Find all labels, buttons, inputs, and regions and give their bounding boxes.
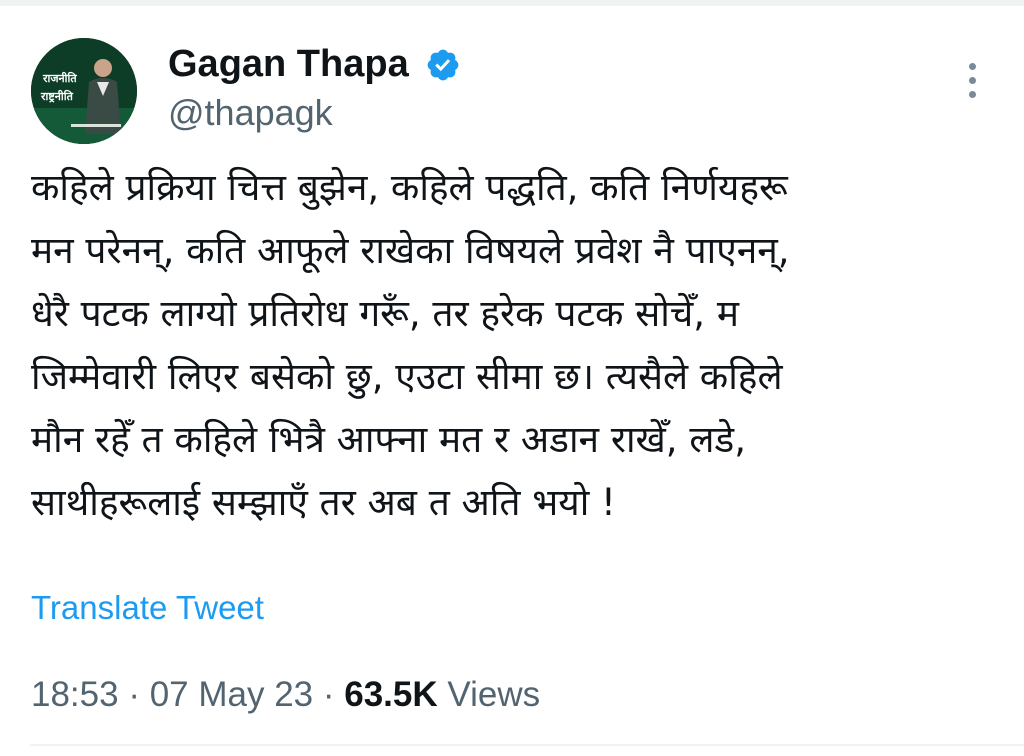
verified-badge-icon	[425, 47, 461, 83]
tweet-text: कहिले प्रक्रिया चित्त बुझेन, कहिले पद्धत…	[31, 156, 1006, 534]
tweet-text-line: साथीहरूलाई सम्झाएँ तर अब त अति भयो !	[31, 481, 616, 524]
more-vertical-icon	[969, 63, 976, 70]
display-name[interactable]: Gagan Thapa	[168, 40, 409, 88]
tweet-time[interactable]: 18:53	[31, 675, 119, 714]
views-count[interactable]: 63.5K	[344, 675, 437, 714]
user-handle[interactable]: @thapagk	[168, 90, 333, 136]
tweet-text-line: मन परेनन्, कति आफूले राखेका विषयले प्रवे…	[31, 229, 790, 272]
tweet-text-line: धेरै पटक लाग्यो प्रतिरोध गरूँ, तर हरेक प…	[31, 292, 739, 335]
meta-separator: ·	[118, 675, 150, 714]
tweet-text-line: कहिले प्रक्रिया चित्त बुझेन, कहिले पद्धत…	[31, 166, 788, 209]
avatar-text-line-2: राष्ट्रनीति	[40, 89, 74, 103]
tweet-text-line: जिम्मेवारी लिएर बसेको छु, एउटा सीमा छ। त…	[31, 355, 783, 398]
views-label: Views	[437, 675, 541, 714]
top-divider	[0, 0, 1024, 6]
bottom-divider	[30, 744, 1024, 746]
more-options-button[interactable]	[958, 58, 986, 102]
tweet-metadata: 18:53 · 07 May 23 · 63.5K Views	[31, 673, 540, 717]
avatar[interactable]: राजनीति राष्ट्रनीति	[31, 38, 137, 144]
tweet-date[interactable]: 07 May 23	[150, 675, 313, 714]
more-vertical-icon-dot	[969, 91, 976, 98]
meta-separator: ·	[313, 675, 345, 714]
translate-tweet-link[interactable]: Translate Tweet	[31, 588, 264, 628]
tweet-text-line: मौन रहेँ त कहिले भित्रै आफ्ना मत र अडान …	[31, 418, 746, 461]
more-vertical-icon-dot	[969, 77, 976, 84]
avatar-text-line-1: राजनीति	[42, 71, 77, 85]
avatar-image: राजनीति राष्ट्रनीति	[31, 38, 137, 144]
